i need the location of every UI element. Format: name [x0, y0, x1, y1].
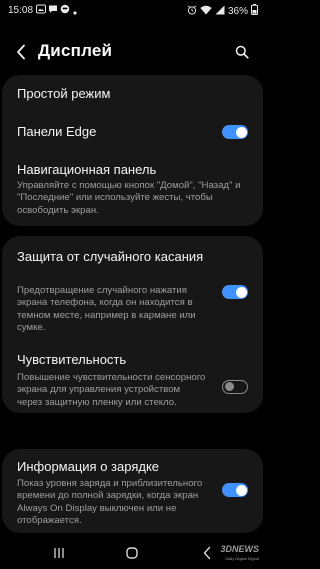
- face-notification-icon: [60, 4, 70, 17]
- toggle-knob: [235, 126, 247, 138]
- settings-card-general: Простой режим Панели Edge Навигационная …: [2, 75, 263, 226]
- more-notifications-dot-icon: [73, 7, 77, 18]
- page-title: Дисплей: [38, 41, 113, 60]
- edge-panels-toggle[interactable]: [222, 125, 248, 139]
- toggle-knob: [235, 286, 247, 298]
- sensitivity-label: Чувствительность: [17, 352, 127, 367]
- charging-info-row[interactable]: Информация о зарядке Показ уровня заряда…: [2, 449, 263, 533]
- alarm-icon: [187, 4, 197, 18]
- edge-panels-row[interactable]: Панели Edge: [2, 113, 263, 151]
- recents-button[interactable]: [49, 545, 69, 561]
- accidental-touch-label: Защита от случайного касания: [17, 249, 204, 264]
- toggle-knob: [224, 382, 234, 391]
- chat-notification-icon: [48, 4, 58, 17]
- app-header: Дисплей: [0, 34, 265, 70]
- navigation-bar-label: Навигационная панель: [17, 162, 157, 177]
- charging-info-toggle[interactable]: [222, 483, 248, 497]
- recents-icon: [54, 548, 64, 558]
- accidental-touch-row[interactable]: Защита от случайного касания Предотвраще…: [2, 236, 263, 340]
- battery-percent: 36%: [227, 5, 248, 17]
- navigation-bar-row[interactable]: Навигационная панель Управляйте с помощь…: [2, 151, 263, 226]
- charging-info-label: Информация о зарядке: [17, 459, 160, 474]
- status-right: 36%: [187, 4, 258, 18]
- status-bar: 15:08 36%: [0, 0, 265, 24]
- navigation-bar-description: Управляйте с помощью кнопок "Домой", "На…: [17, 180, 241, 216]
- battery-icon: [251, 4, 258, 18]
- back-button[interactable]: [10, 40, 32, 64]
- toggle-knob: [235, 484, 247, 496]
- nav-back-button[interactable]: [197, 545, 217, 561]
- edge-panels-label: Панели Edge: [17, 124, 97, 139]
- easy-mode-label: Простой режим: [17, 86, 111, 101]
- accidental-touch-description: Предотвращение случайного нажатия экрана…: [17, 285, 196, 334]
- settings-card-charging: Информация о зарядке Показ уровня заряда…: [2, 449, 263, 533]
- sensitivity-toggle[interactable]: [222, 380, 248, 394]
- image-notification-icon: [36, 4, 46, 17]
- nav-back-icon: [203, 546, 211, 560]
- signal-icon: [215, 5, 225, 18]
- watermark-brand: 3DNEWS: [220, 544, 259, 554]
- search-button[interactable]: [231, 40, 253, 64]
- home-button[interactable]: [122, 545, 142, 561]
- back-arrow-icon: [17, 44, 25, 60]
- easy-mode-row[interactable]: Простой режим: [2, 75, 263, 113]
- search-icon: [235, 45, 249, 59]
- 3dnews-watermark-logo: 3DNEWS Daily Digital Digest: [220, 545, 259, 563]
- home-icon: [126, 547, 138, 559]
- wifi-icon: [200, 5, 212, 18]
- watermark-tagline: Daily Digital Digest: [225, 556, 259, 561]
- sensitivity-row[interactable]: Чувствительность Повышение чувствительно…: [2, 340, 263, 413]
- charging-info-description: Показ уровня заряда и приблизительного в…: [17, 478, 203, 527]
- accidental-touch-toggle[interactable]: [222, 285, 248, 299]
- sensitivity-description: Повышение чувствительности сенсорного эк…: [17, 372, 206, 408]
- status-time: 15:08: [8, 5, 34, 16]
- settings-card-touch: Защита от случайного касания Предотвраще…: [2, 236, 263, 413]
